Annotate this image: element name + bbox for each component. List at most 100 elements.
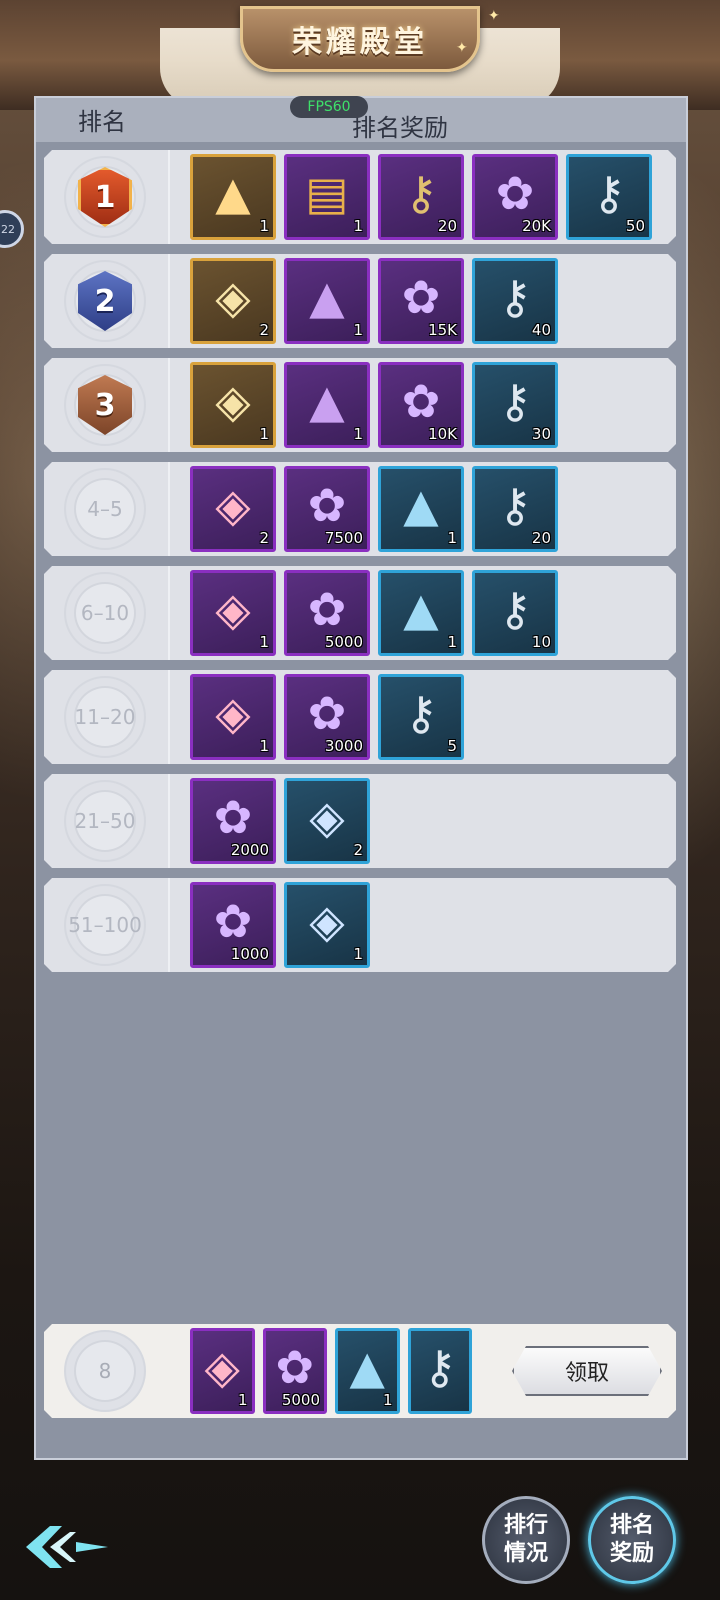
side-badge[interactable]: 22 — [0, 210, 24, 248]
reward-panel: 排名 排名奖励 FPS60 1 ▲ 1 ▤ 1 ⚷ 20 ✿ 20K ⚷ 50 2 ◈ 2 ▲ 1 ✿ 15K ⚷ 4… — [34, 96, 688, 1460]
key-reward-item[interactable]: ⚷ 20 — [378, 154, 464, 240]
item-quantity: 1 — [353, 217, 363, 235]
hat-reward-item[interactable]: ▲ 1 — [190, 154, 276, 240]
key-reward-item[interactable]: ⚷ — [408, 1328, 473, 1414]
item-quantity: 3000 — [324, 737, 363, 755]
flower-reward-item[interactable]: ✿ 15K — [378, 258, 464, 344]
flower-reward-item[interactable]: ✿ 1000 — [190, 882, 276, 968]
rank-emblem: 1 — [64, 156, 146, 238]
item-quantity: 5000 — [324, 633, 363, 651]
flower-icon: ✿ — [401, 374, 441, 428]
box-icon: ◈ — [309, 894, 345, 948]
item-quantity: 1 — [259, 217, 269, 235]
key-icon: ⚷ — [422, 1340, 457, 1394]
item-quantity: 2 — [259, 529, 269, 547]
flower-reward-item[interactable]: ✿ 5000 — [263, 1328, 328, 1414]
claim-button[interactable]: 领取 — [512, 1346, 662, 1396]
key-reward-item[interactable]: ⚷ 5 — [378, 674, 464, 760]
box-icon: ◈ — [215, 582, 251, 636]
rank-emblem: 4–5 — [64, 468, 146, 550]
rank-cell: 1 — [44, 150, 170, 244]
item-quantity: 30 — [531, 425, 551, 443]
reward-items: ◈ 2 ▲ 1 ✿ 15K ⚷ 40 — [190, 258, 558, 344]
rank-emblem: 8 — [64, 1330, 146, 1412]
flower-reward-item[interactable]: ✿ 3000 — [284, 674, 370, 760]
key-icon: ⚷ — [498, 374, 532, 428]
hat-reward-item[interactable]: ▲ 1 — [335, 1328, 400, 1414]
box-reward-item[interactable]: ◈ 1 — [284, 882, 370, 968]
reward-items: ◈ 1 ✿ 5000 ▲ 1 ⚷ 10 — [190, 570, 558, 656]
hat-icon: ▲ — [309, 270, 345, 324]
ranking-reward-button[interactable]: 排名 奖励 — [588, 1496, 676, 1584]
flower-reward-item[interactable]: ✿ 7500 — [284, 466, 370, 552]
item-quantity: 5 — [447, 737, 457, 755]
flower-icon: ✿ — [307, 686, 347, 740]
flower-icon: ✿ — [307, 478, 347, 532]
item-quantity: 2 — [259, 321, 269, 339]
reward-row: 4–5 ◈ 2 ✿ 7500 ▲ 1 ⚷ 20 — [44, 462, 676, 556]
flower-reward-item[interactable]: ✿ 5000 — [284, 570, 370, 656]
box-reward-item[interactable]: ◈ 1 — [190, 570, 276, 656]
key-icon: ⚷ — [404, 686, 438, 740]
item-quantity: 1 — [382, 1391, 393, 1409]
chest-reward-item[interactable]: ▤ 1 — [284, 154, 370, 240]
box-icon: ◈ — [215, 374, 251, 428]
rank-medal-icon: 1 — [78, 167, 132, 227]
reward-column-header: 排名奖励 — [352, 114, 448, 142]
box-reward-item[interactable]: ◈ 1 — [190, 1328, 255, 1414]
reward-row: 21–50 ✿ 2000 ◈ 2 — [44, 774, 676, 868]
item-quantity: 1 — [447, 633, 457, 651]
hat-icon: ▲ — [215, 166, 251, 220]
rank-emblem: 21–50 — [64, 780, 146, 862]
flower-icon: ✿ — [401, 270, 441, 324]
rank-range: 4–5 — [87, 497, 123, 521]
box-icon: ◈ — [215, 478, 251, 532]
item-quantity: 50 — [625, 217, 645, 235]
key-reward-item[interactable]: ⚷ 40 — [472, 258, 558, 344]
item-quantity: 40 — [531, 321, 551, 339]
ranking-status-button[interactable]: 排行 情况 — [482, 1496, 570, 1584]
rank-range: 51–100 — [68, 913, 142, 937]
reward-items: ◈ 2 ✿ 7500 ▲ 1 ⚷ 20 — [190, 466, 558, 552]
panel-header: 排名 排名奖励 FPS60 — [36, 96, 686, 142]
my-reward-items: ◈ 1 ✿ 5000 ▲ 1 ⚷ — [190, 1328, 472, 1414]
reward-items: ▲ 1 ▤ 1 ⚷ 20 ✿ 20K ⚷ 50 — [190, 154, 652, 240]
key-reward-item[interactable]: ⚷ 10 — [472, 570, 558, 656]
reward-row: 11–20 ◈ 1 ✿ 3000 ⚷ 5 — [44, 670, 676, 764]
key-icon: ⚷ — [592, 166, 626, 220]
flower-reward-item[interactable]: ✿ 2000 — [190, 778, 276, 864]
page-title: 荣耀殿堂 — [292, 25, 428, 60]
rank-range: 6–10 — [80, 601, 130, 625]
item-quantity: 10 — [531, 633, 551, 651]
back-arrow-icon[interactable] — [20, 1522, 112, 1572]
box-reward-item[interactable]: ◈ 2 — [190, 258, 276, 344]
box-reward-item[interactable]: ◈ 2 — [284, 778, 370, 864]
box-reward-item[interactable]: ◈ 1 — [190, 674, 276, 760]
item-quantity: 1 — [353, 945, 363, 963]
hat-reward-item[interactable]: ▲ 1 — [378, 570, 464, 656]
rank-cell: 51–100 — [44, 878, 170, 972]
hat-reward-item[interactable]: ▲ 1 — [284, 258, 370, 344]
hat-reward-item[interactable]: ▲ 1 — [378, 466, 464, 552]
hat-icon: ▲ — [403, 478, 439, 532]
item-quantity: 1000 — [230, 945, 269, 963]
rank-emblem: 2 — [64, 260, 146, 342]
box-reward-item[interactable]: ◈ 1 — [190, 362, 276, 448]
reward-row: 3 ◈ 1 ▲ 1 ✿ 10K ⚷ 30 — [44, 358, 676, 452]
rank-column-header: 排名 — [78, 108, 126, 136]
box-reward-item[interactable]: ◈ 2 — [190, 466, 276, 552]
key-icon: ⚷ — [404, 166, 438, 220]
item-quantity: 15K — [428, 321, 457, 339]
key-reward-item[interactable]: ⚷ 30 — [472, 362, 558, 448]
reward-row: 6–10 ◈ 1 ✿ 5000 ▲ 1 ⚷ 10 — [44, 566, 676, 660]
flower-reward-item[interactable]: ✿ 20K — [472, 154, 558, 240]
reward-items: ✿ 1000 ◈ 1 — [190, 882, 370, 968]
hat-reward-item[interactable]: ▲ 1 — [284, 362, 370, 448]
flower-reward-item[interactable]: ✿ 10K — [378, 362, 464, 448]
key-reward-item[interactable]: ⚷ 20 — [472, 466, 558, 552]
key-icon: ⚷ — [498, 478, 532, 532]
key-reward-item[interactable]: ⚷ 50 — [566, 154, 652, 240]
item-quantity: 2000 — [230, 841, 269, 859]
rank-range: 11–20 — [74, 705, 136, 729]
item-quantity: 1 — [259, 737, 269, 755]
